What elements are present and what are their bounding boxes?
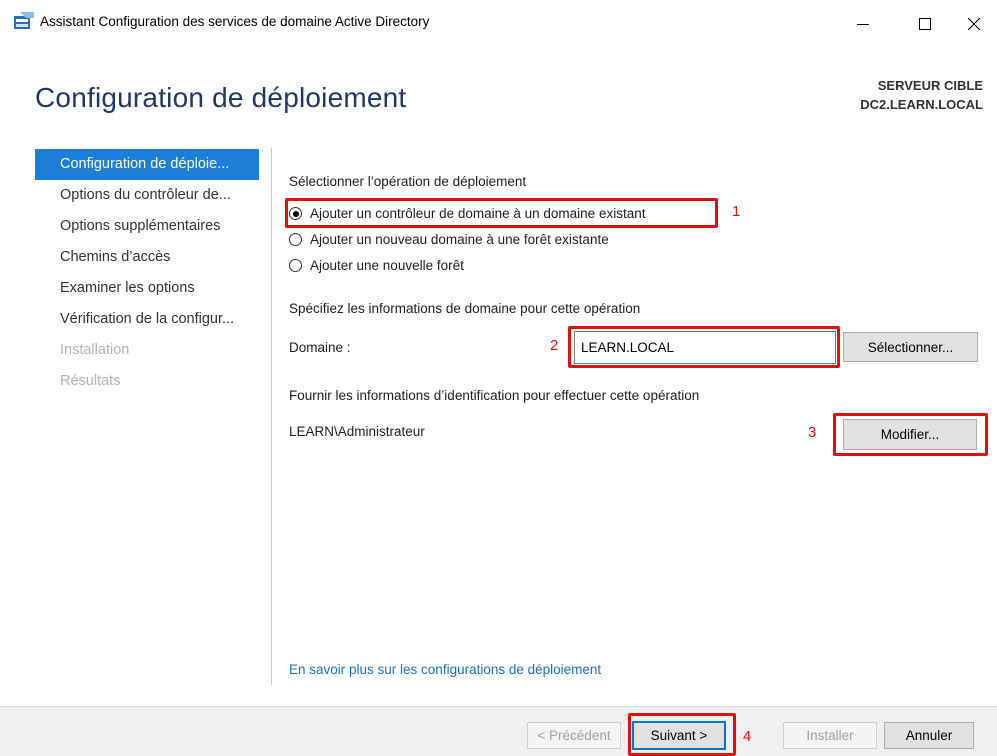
maximize-button[interactable] bbox=[902, 0, 948, 48]
annotation-box-3 bbox=[833, 413, 988, 456]
annotation-number-3: 3 bbox=[808, 424, 817, 441]
learn-more-link[interactable]: En savoir plus sur les configurations de… bbox=[289, 662, 601, 677]
nav-item-prerequisites-check[interactable]: Vérification de la configur... bbox=[35, 304, 259, 335]
annotation-number-4: 4 bbox=[743, 728, 752, 745]
radio-label: Ajouter un nouveau domaine à une forêt e… bbox=[310, 232, 609, 247]
annotation-number-1: 1 bbox=[732, 203, 741, 220]
cancel-button[interactable]: Annuler bbox=[884, 722, 974, 749]
domain-heading: Spécifiez les informations de domaine po… bbox=[289, 301, 641, 316]
close-button[interactable] bbox=[951, 0, 997, 48]
window-title: Assistant Configuration des services de … bbox=[40, 14, 430, 29]
select-domain-button[interactable]: Sélectionner... bbox=[843, 332, 978, 362]
nav-item-paths[interactable]: Chemins d’accès bbox=[35, 242, 259, 273]
install-button[interactable]: Installer bbox=[783, 722, 877, 749]
annotation-box-1 bbox=[285, 198, 718, 228]
radio-label: Ajouter une nouvelle forêt bbox=[310, 258, 464, 273]
credentials-user: LEARN\Administrateur bbox=[289, 424, 425, 439]
nav-item-deployment-config[interactable]: Configuration de déploie... bbox=[35, 149, 259, 180]
radio-add-new-forest[interactable]: Ajouter une nouvelle forêt bbox=[289, 258, 464, 273]
nav-divider bbox=[271, 148, 272, 685]
minimize-button[interactable] bbox=[840, 0, 886, 48]
wizard-nav: Configuration de déploie... Options du c… bbox=[35, 149, 259, 397]
nav-item-installation: Installation bbox=[60, 342, 130, 358]
domain-label: Domaine : bbox=[289, 340, 351, 355]
annotation-box-4 bbox=[628, 713, 736, 756]
nav-item-dc-options[interactable]: Options du contrôleur de... bbox=[35, 180, 259, 211]
operation-heading: Sélectionner l’opération de déploiement bbox=[289, 174, 527, 189]
maximize-icon bbox=[919, 18, 931, 30]
page-title: Configuration de déploiement bbox=[35, 82, 407, 113]
credentials-heading: Fournir les informations d’identificatio… bbox=[289, 388, 700, 403]
target-server-label: SERVEUR CIBLE bbox=[877, 78, 983, 93]
radio-unchecked-icon[interactable] bbox=[289, 259, 302, 272]
annotation-box-2 bbox=[568, 326, 840, 368]
target-server-name: DC2.LEARN.LOCAL bbox=[860, 97, 983, 112]
previous-button[interactable]: < Précédent bbox=[527, 722, 621, 749]
minimize-icon bbox=[857, 24, 869, 25]
radio-unchecked-icon[interactable] bbox=[289, 233, 302, 246]
window-titlebar: Assistant Configuration des services de … bbox=[0, 0, 997, 48]
server-wizard-icon bbox=[14, 12, 34, 30]
radio-add-new-domain[interactable]: Ajouter un nouveau domaine à une forêt e… bbox=[289, 232, 609, 247]
nav-item-results: Résultats bbox=[60, 373, 121, 389]
nav-item-review-options[interactable]: Examiner les options bbox=[35, 273, 259, 304]
close-icon bbox=[968, 18, 980, 30]
annotation-number-2: 2 bbox=[550, 337, 559, 354]
nav-item-additional-options[interactable]: Options supplémentaires bbox=[35, 211, 259, 242]
